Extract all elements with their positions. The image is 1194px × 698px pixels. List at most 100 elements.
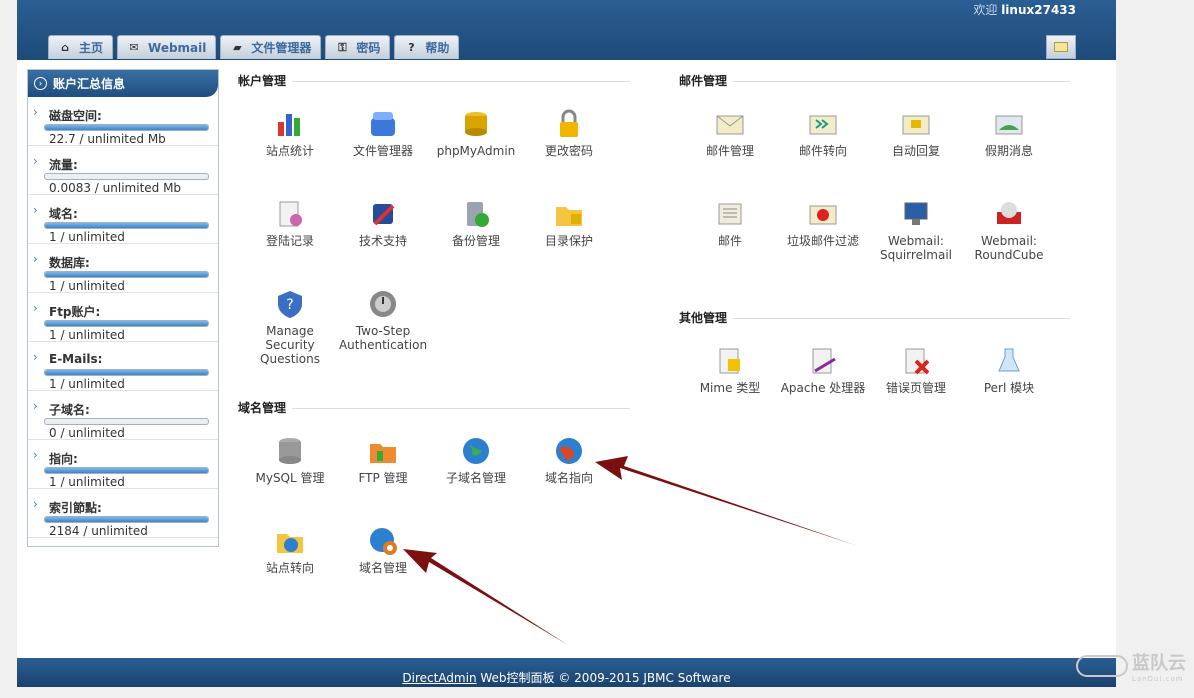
stat-label: 数据库: [49, 256, 90, 270]
tab-help[interactable]: ? 帮助 [394, 35, 460, 59]
shortcut-lock[interactable]: 更改密码 [524, 108, 614, 158]
mail-notify-button[interactable] [1046, 35, 1076, 59]
shortcut-label: 域名指向 [544, 471, 593, 485]
apache-handler-icon [807, 345, 839, 377]
shortcut-file-manager[interactable]: 文件管理器 [338, 108, 428, 158]
stat-progress-fill [45, 125, 208, 130]
tab-label: 帮助 [425, 41, 450, 55]
divider [733, 318, 1070, 319]
shortcut-support[interactable]: 技术支持 [338, 198, 428, 248]
shortcut-roundcube[interactable]: Webmail: RoundCube [964, 198, 1054, 262]
sidebar-title: › 账户汇总信息 [28, 70, 218, 97]
shortcut-label: 垃圾邮件过滤 [786, 234, 859, 248]
lock-icon [553, 108, 585, 140]
shortcut-autoreply[interactable]: 自动回复 [871, 108, 961, 158]
chevron-right-icon: › [33, 105, 38, 119]
shortcut-error-page[interactable]: 错误页管理 [871, 345, 961, 395]
shortcut-globe-pointer[interactable]: 域名指向 [524, 435, 614, 485]
stat-value: 1 / unlimited [49, 377, 125, 391]
globe-gear-icon [367, 525, 399, 557]
shortcut-phpmyadmin[interactable]: phpMyAdmin [431, 108, 521, 158]
shortcut-label: Webmail: RoundCube [974, 234, 1044, 262]
shortcut-mail-list[interactable]: 邮件 [685, 198, 775, 248]
stat-value: 1 / unlimited [49, 328, 125, 342]
shortcut-apache-handler[interactable]: Apache 处理器 [778, 345, 868, 395]
stat-row: › 流量: 0.0083 / unlimited Mb [28, 146, 218, 195]
shortcut-label: phpMyAdmin [436, 144, 516, 158]
footer: DirectAdmin Web控制面板 © 2009-2015 JBMC Sof… [17, 658, 1116, 687]
shortcut-security-question[interactable]: ? Manage Security Questions [245, 288, 335, 366]
shortcut-globe-gear[interactable]: 域名管理 [338, 525, 428, 575]
stat-label: 磁盘空间: [49, 109, 102, 123]
welcome-text: 欢迎 linux27433 [973, 1, 1076, 18]
shortcut-database[interactable]: MySQL 管理 [245, 435, 335, 485]
shortcut-login-log[interactable]: 登陆记录 [245, 198, 335, 248]
file-manager-icon [367, 108, 399, 140]
shortcut-label: Apache 处理器 [780, 381, 866, 395]
perl-icon [993, 345, 1025, 377]
shortcut-label: 站点统计 [265, 144, 314, 158]
envelope-icon [1054, 42, 1068, 52]
stat-value: 1 / unlimited [49, 230, 125, 244]
redirect-folder-icon [274, 525, 306, 557]
autoreply-icon [900, 108, 932, 140]
stat-row: › 磁盘空间: 22.7 / unlimited Mb [28, 97, 218, 146]
shortcut-stats[interactable]: 站点统计 [245, 108, 335, 158]
section-title-other: 其他管理 [679, 311, 728, 325]
shortcut-folder-lock[interactable]: 目录保护 [524, 198, 614, 248]
backup-icon [460, 198, 492, 230]
stat-progress-bar [44, 222, 209, 229]
stat-label: 域名: [49, 207, 78, 221]
support-icon [367, 198, 399, 230]
globe-icon [460, 435, 492, 467]
shortcut-ftp-folder[interactable]: FTP 管理 [338, 435, 428, 485]
stat-progress-fill [45, 321, 208, 326]
stat-value: 0.0083 / unlimited Mb [49, 181, 182, 195]
stat-value: 2184 / unlimited [49, 524, 148, 538]
shortcut-forward-envelope[interactable]: 邮件转向 [778, 108, 868, 158]
shortcut-label: 假期消息 [984, 144, 1033, 158]
shortcut-spam-filter[interactable]: 垃圾邮件过滤 [778, 198, 868, 248]
section-title-domain: 域名管理 [238, 401, 287, 415]
chevron-right-icon: › [34, 77, 47, 90]
stat-label: Ftp账户: [49, 305, 101, 319]
shortcut-label: 域名管理 [358, 561, 407, 575]
tab-file-manager[interactable]: ▰ 文件管理器 [220, 35, 322, 59]
welcome-prefix: 欢迎 [973, 3, 998, 17]
shortcut-backup[interactable]: 备份管理 [431, 198, 521, 248]
tab-home[interactable]: ⌂ 主页 [48, 35, 114, 59]
header: 欢迎 linux27433 ⌂ 主页 ✉ Webmail ▰ 文件管理器 ⚿ 密码 ? 帮… [17, 0, 1116, 60]
shortcut-two-step[interactable]: Two-Step Authentication [338, 288, 428, 352]
footer-text: Web控制面板 © 2009-2015 JBMC Software [476, 671, 731, 685]
shortcut-label: 自动回复 [891, 144, 940, 158]
shortcut-squirrelmail[interactable]: Webmail: Squirrelmail [871, 198, 961, 262]
stats-icon [274, 108, 306, 140]
shortcut-mime[interactable]: Mime 类型 [685, 345, 775, 395]
stat-progress-bar [44, 320, 209, 327]
folder-lock-icon [553, 198, 585, 230]
stat-progress-bar [44, 173, 209, 180]
stat-progress-fill [45, 272, 208, 277]
watermark: 蓝队云 LanDui.com [1076, 649, 1186, 683]
divider [733, 81, 1070, 82]
tab-label: Webmail [148, 40, 207, 55]
shortcut-label: MySQL 管理 [255, 471, 325, 485]
stat-progress-bar [44, 124, 209, 131]
nav-tabs: ⌂ 主页 ✉ Webmail ▰ 文件管理器 ⚿ 密码 ? 帮助 [48, 35, 460, 59]
shortcut-envelope[interactable]: 邮件管理 [685, 108, 775, 158]
shortcut-label: 目录保护 [544, 234, 593, 248]
shortcut-vacation[interactable]: 假期消息 [964, 108, 1054, 158]
shortcut-label: Perl 模块 [983, 381, 1035, 395]
shortcut-label: 子域名管理 [445, 471, 506, 485]
globe-pointer-icon [553, 435, 585, 467]
shortcut-label: 错误页管理 [885, 381, 946, 395]
tab-webmail[interactable]: ✉ Webmail [117, 35, 217, 59]
shortcut-globe[interactable]: 子域名管理 [431, 435, 521, 485]
shortcut-redirect-folder[interactable]: 站点转向 [245, 525, 335, 575]
tab-password[interactable]: ⚿ 密码 [325, 35, 391, 59]
watermark-logo-icon [1076, 655, 1128, 677]
shortcut-perl[interactable]: Perl 模块 [964, 345, 1054, 395]
stat-progress-bar [44, 516, 209, 523]
chevron-right-icon: › [33, 350, 38, 364]
directadmin-link[interactable]: DirectAdmin [402, 671, 476, 685]
